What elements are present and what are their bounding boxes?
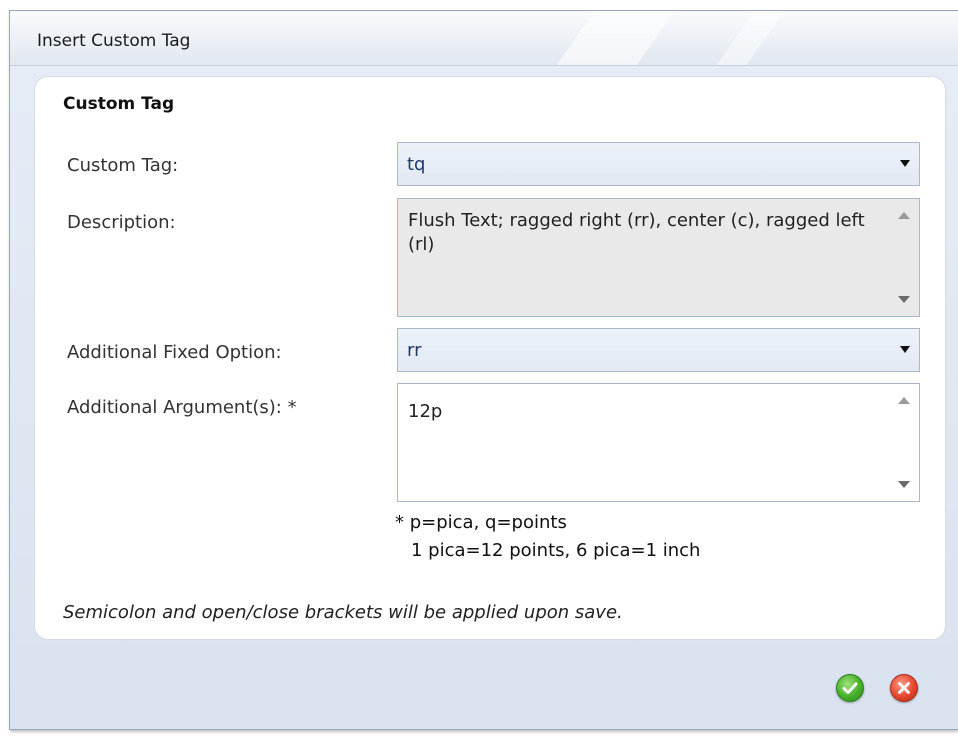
custom-tag-panel: Custom Tag Custom Tag: tq Description: F… <box>34 76 946 640</box>
description-value: Flush Text; ragged right (rr), center (c… <box>408 210 865 255</box>
description-label: Description: <box>67 212 176 233</box>
arguments-value: 12p <box>408 401 443 422</box>
scroll-down-icon[interactable] <box>898 296 910 303</box>
scroll-up-icon[interactable] <box>898 397 910 404</box>
custom-tag-value: tq <box>407 154 426 175</box>
description-field[interactable]: Flush Text; ragged right (rr), center (c… <box>397 198 920 317</box>
custom-tag-select[interactable]: tq <box>397 142 920 186</box>
custom-tag-label: Custom Tag: <box>67 155 179 176</box>
fixed-option-select[interactable]: rr <box>397 328 920 372</box>
arguments-field[interactable]: 12p <box>397 383 920 502</box>
scroll-down-icon[interactable] <box>898 481 910 488</box>
save-note: Semicolon and open/close brackets will b… <box>63 602 623 623</box>
insert-custom-tag-dialog: Insert Custom Tag Custom Tag Custom Tag:… <box>9 10 958 730</box>
chevron-down-icon[interactable] <box>900 160 910 167</box>
scroll-up-icon[interactable] <box>898 212 910 219</box>
close-icon <box>898 682 910 694</box>
unit-note-line1: * p=pica, q=points <box>395 512 567 533</box>
fixed-option-value: rr <box>407 340 422 361</box>
fixed-option-label: Additional Fixed Option: <box>67 342 282 363</box>
dialog-titlebar[interactable]: Insert Custom Tag <box>10 11 958 66</box>
cancel-button[interactable] <box>890 674 918 702</box>
unit-note-line2: 1 pica=12 points, 6 pica=1 inch <box>411 540 701 561</box>
chevron-down-icon[interactable] <box>900 346 910 353</box>
arguments-label: Additional Argument(s): * <box>67 397 297 418</box>
ok-button[interactable] <box>836 674 864 702</box>
check-icon <box>842 682 858 694</box>
section-title: Custom Tag <box>63 94 175 114</box>
dialog-title: Insert Custom Tag <box>37 31 191 51</box>
